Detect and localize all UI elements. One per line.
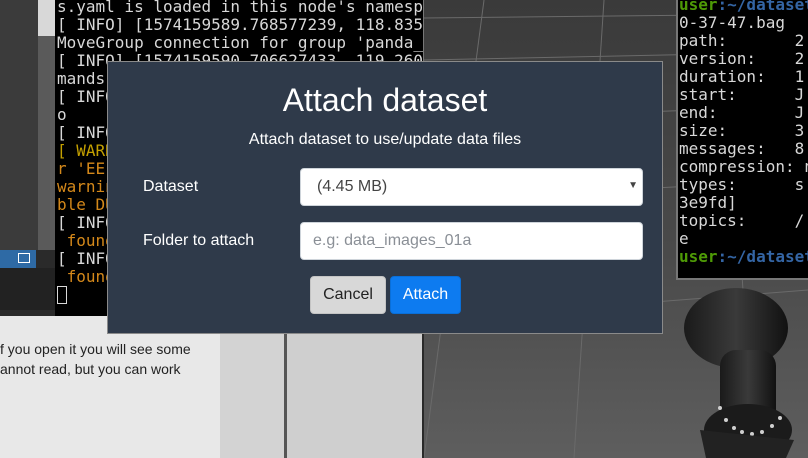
dataset-select[interactable]: (4.45 MB) ▼ [300,168,643,206]
modal-title: Attach dataset [282,82,488,118]
terminal-line-warning: r 'EE [57,159,106,178]
dataset-select-value: (4.45 MB) [317,178,388,195]
folder-input[interactable] [300,222,643,260]
terminal-line: MoveGroup connection for group 'panda_ [57,33,424,52]
prompt-path: :~/dataset [717,0,808,14]
terminal-line: e [679,229,689,248]
terminal-line: path: 2 [679,31,805,50]
window-titlebar[interactable] [0,250,36,268]
attach-dataset-modal: Attach dataset Attach dataset to use/upd… [107,61,663,334]
terminal-line: types: s [679,175,805,194]
terminal-line: [ INFO] [1574159589.768577239, 118.835 [57,15,424,34]
terminal-line: o [57,105,67,124]
terminal-prompt: user:~/dataset [679,0,808,14]
prompt-path: :~/dataset [717,247,808,266]
chevron-down-icon: ▼ [628,180,638,191]
background-panel [0,268,55,310]
document-panel: f you open it you will see some annot re… [0,316,220,458]
terminal-line: start: J [679,85,805,104]
terminal-line: duration: 1 [679,67,805,86]
terminal-line: end: J [679,103,805,122]
background-panel [287,316,422,458]
modal-subtitle: Attach dataset to use/update data files [248,131,522,148]
robot-arm [684,288,794,458]
terminal-line: 3e9fd] [679,193,737,212]
attach-button[interactable]: Attach [390,276,461,314]
folder-label: Folder to attach [143,232,255,249]
terminal-right[interactable]: user:~/dataset 0-37-47.bag path: 2 versi… [676,0,808,280]
terminal-line: 0-37-47.bag [679,13,785,32]
cancel-button[interactable]: Cancel [310,276,386,314]
terminal-prompt: user:~/dataset [679,248,808,266]
dataset-label: Dataset [143,178,199,195]
background-panel [220,316,284,458]
terminal-line: size: 3 [679,121,805,140]
terminal-line: topics: / [679,211,805,230]
scrollbar-thumb[interactable] [38,0,55,36]
document-text: annot read, but you can work [0,361,181,377]
background-window [0,0,38,250]
terminal-line: messages: 8 [679,139,805,158]
terminal-line: mands [57,69,106,88]
window-icon[interactable] [18,253,30,263]
terminal-line: version: 2 [679,49,805,68]
document-text: f you open it you will see some [0,341,191,357]
prompt-user: user [679,0,718,14]
terminal-line: compression: n [679,157,808,176]
terminal-cursor [57,286,67,304]
scrollbar-track[interactable] [38,36,55,250]
terminal-line: s.yaml is loaded in this node's namesp [57,0,424,16]
prompt-user: user [679,247,718,266]
